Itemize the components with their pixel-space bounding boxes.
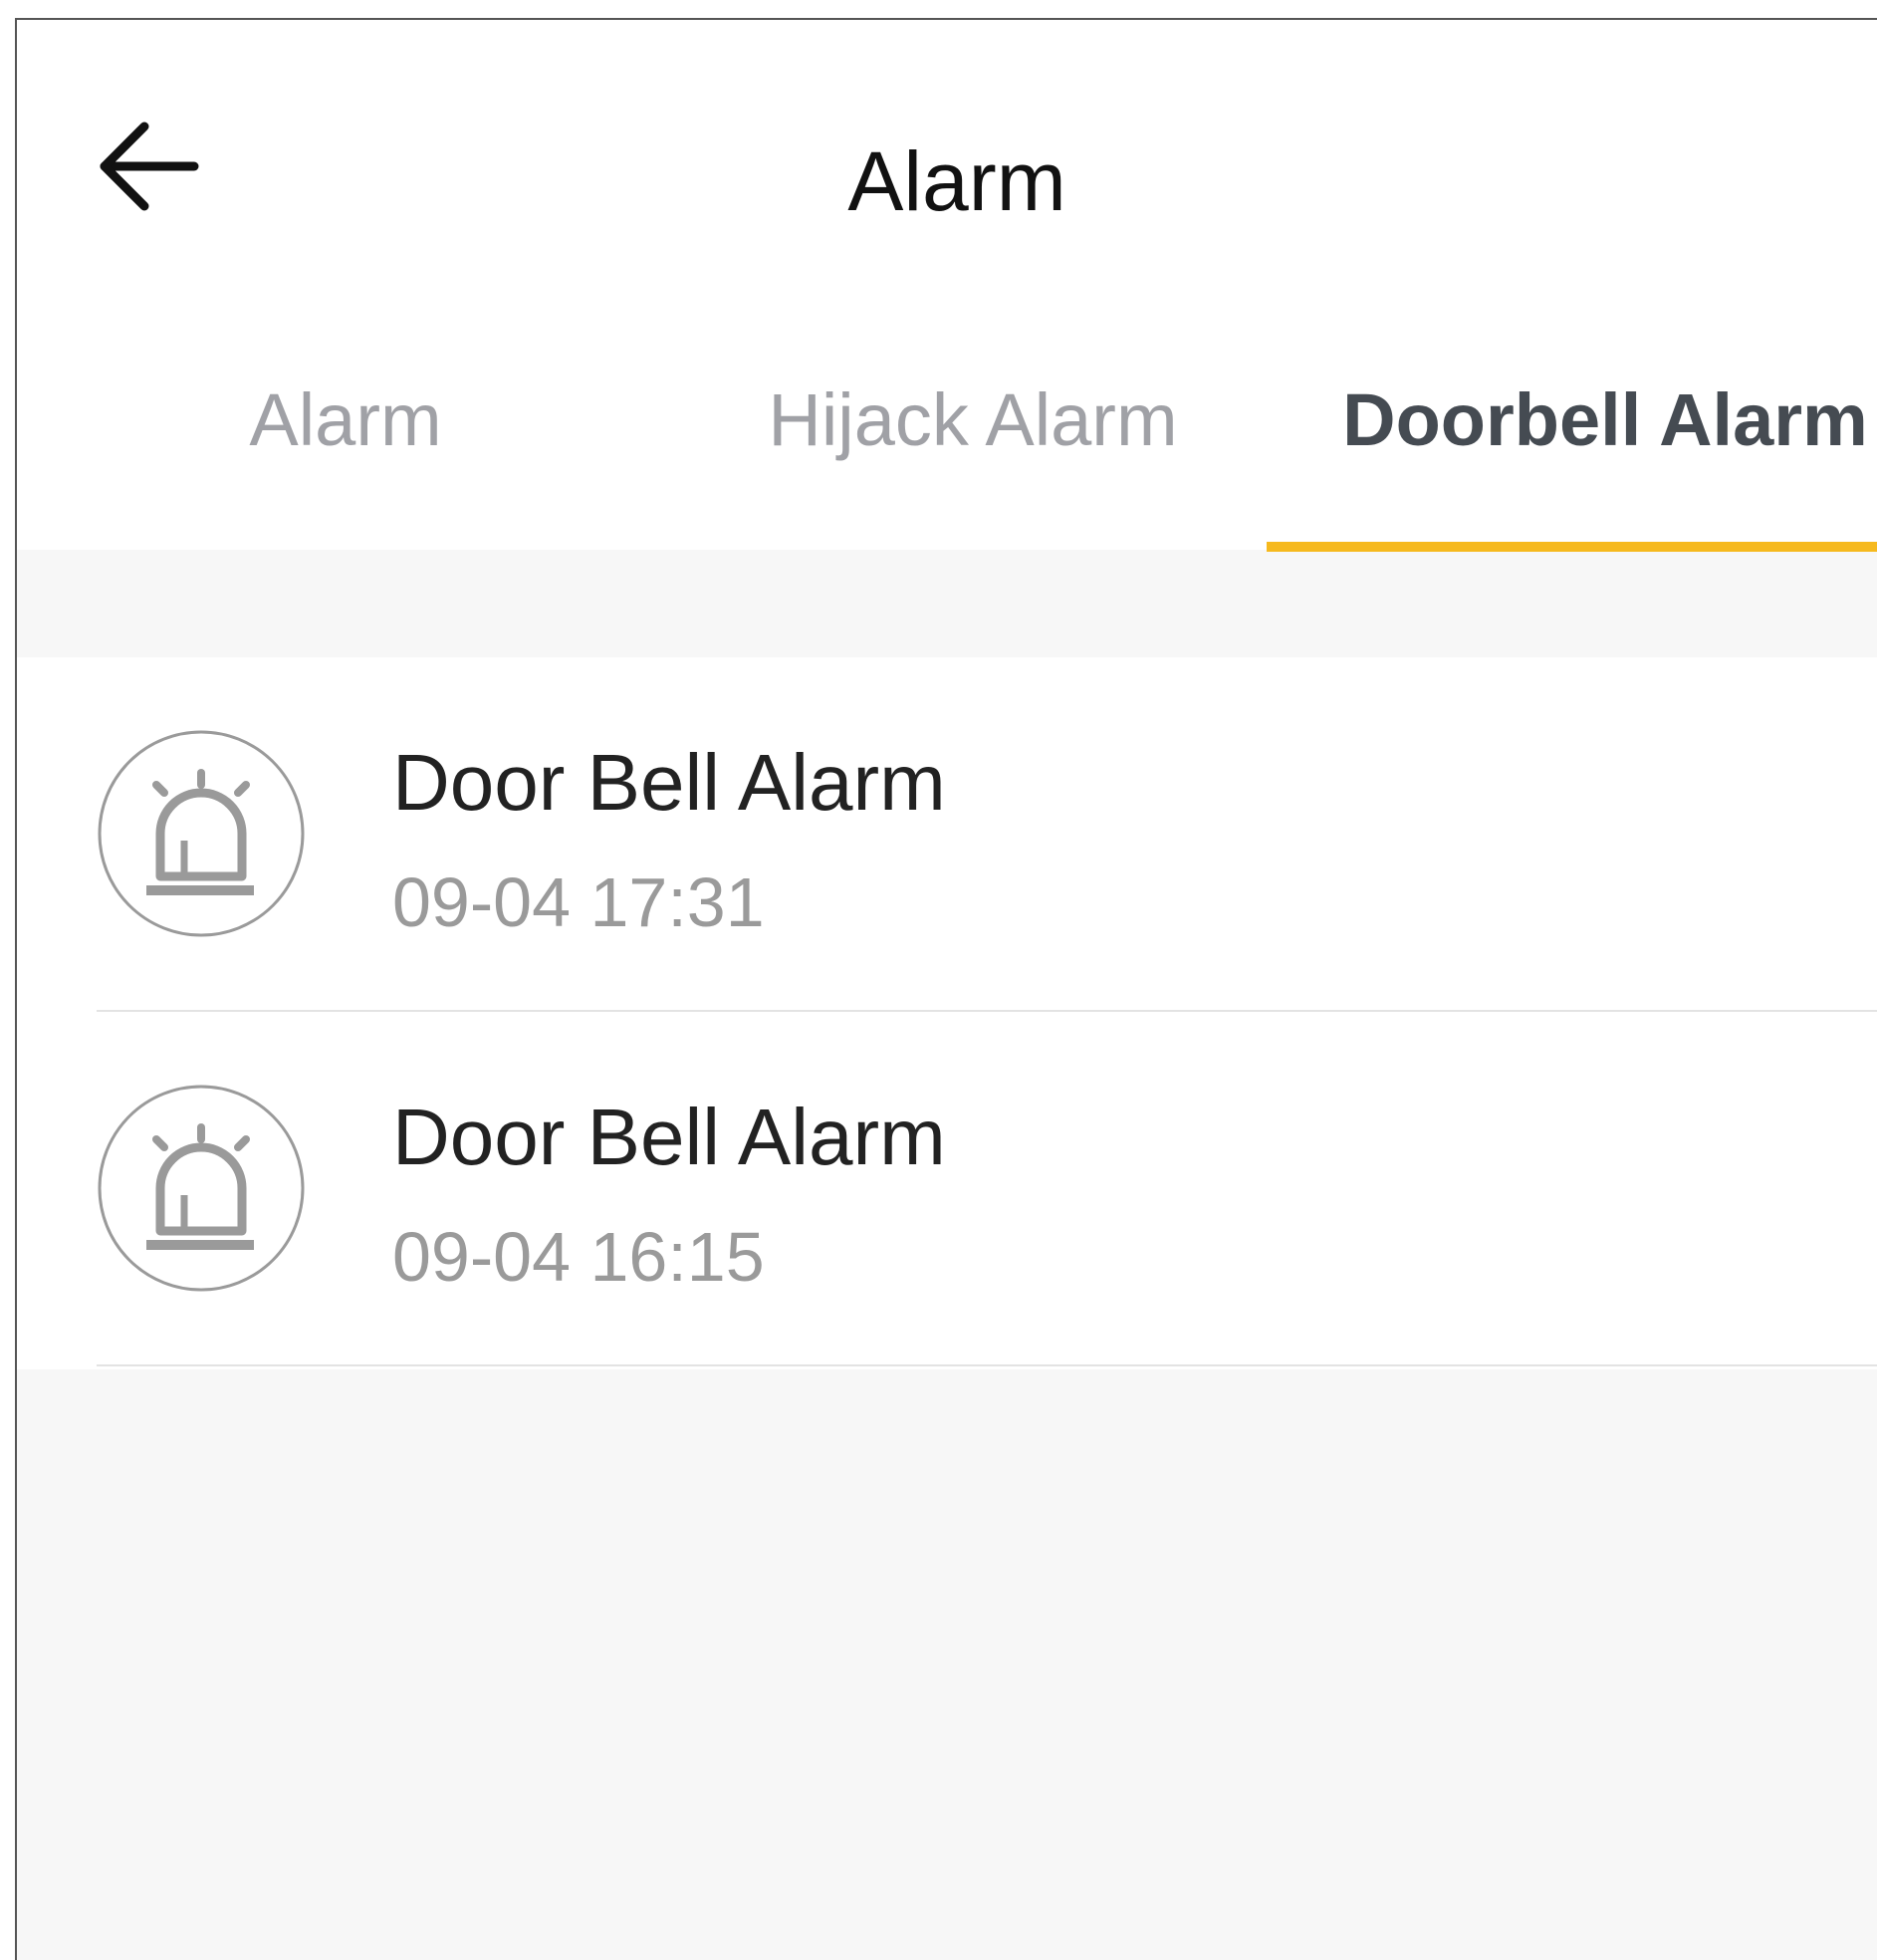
divider <box>97 1364 1877 1366</box>
siren-icon <box>98 730 305 937</box>
tab-hijack-alarm[interactable]: Hijack Alarm <box>684 289 1262 550</box>
page-title: Alarm <box>847 134 1066 228</box>
alarm-title: Door Bell Alarm <box>392 1093 946 1181</box>
list-item[interactable]: Door Bell Alarm 09-04 16:15 <box>17 1012 1877 1366</box>
tab-bar: Alarm Hijack Alarm Doorbell Alarm <box>17 289 1877 552</box>
tab-doorbell-alarm[interactable]: Doorbell Alarm <box>1282 289 1877 550</box>
active-tab-indicator <box>1267 542 1877 552</box>
top-app-bar: Alarm <box>17 20 1877 289</box>
app-screen: Alarm Alarm Hijack Alarm Doorbell Alarm … <box>15 18 1877 1960</box>
siren-icon <box>98 1085 305 1292</box>
alarm-time: 09-04 17:31 <box>392 863 765 941</box>
alarm-time: 09-04 16:15 <box>392 1218 765 1296</box>
list-item[interactable]: Door Bell Alarm 09-04 17:31 <box>17 657 1877 1012</box>
tab-alarm[interactable]: Alarm <box>136 289 555 550</box>
alarm-title: Door Bell Alarm <box>392 738 946 827</box>
alarm-list: Door Bell Alarm 09-04 17:31 Door Bell Al… <box>17 657 1877 1369</box>
